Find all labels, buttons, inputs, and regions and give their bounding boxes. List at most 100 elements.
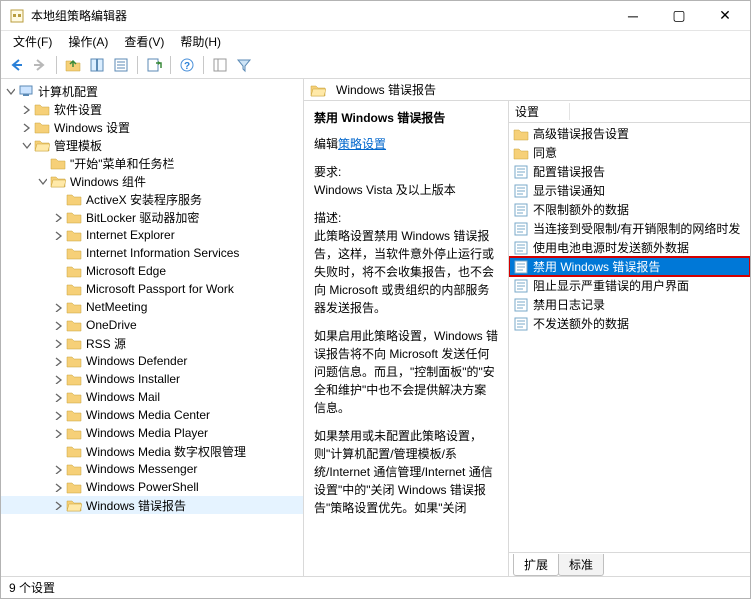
tree-admin-templates[interactable]: 管理模板 — [1, 136, 303, 154]
tree-item-rss[interactable]: RSS 源 — [1, 334, 303, 352]
tree-label: Microsoft Edge — [86, 264, 166, 278]
folder-icon — [66, 479, 82, 495]
maximize-button[interactable]: ▢ — [656, 1, 702, 30]
tree-label: Internet Explorer — [86, 228, 175, 242]
chevron-right-icon[interactable] — [51, 390, 65, 404]
list-item[interactable]: 不限制额外的数据 — [509, 200, 750, 219]
tree-item-messenger[interactable]: Windows Messenger — [1, 460, 303, 478]
back-button[interactable] — [5, 54, 27, 76]
tree-windows-settings[interactable]: Windows 设置 — [1, 118, 303, 136]
chevron-right-icon[interactable] — [51, 408, 65, 422]
setting-icon — [513, 316, 529, 332]
menu-action[interactable]: 操作(A) — [60, 31, 116, 52]
list-button[interactable] — [110, 54, 132, 76]
policy-settings-link[interactable]: 策略设置 — [338, 137, 386, 151]
chevron-right-icon[interactable] — [51, 372, 65, 386]
tree-item-media_player[interactable]: Windows Media Player — [1, 424, 303, 442]
tree-computer-config[interactable]: 计算机配置 — [1, 82, 303, 100]
chevron-right-icon[interactable] — [51, 210, 65, 224]
tree-item-media_drm[interactable]: Windows Media 数字权限管理 — [1, 442, 303, 460]
chevron-down-icon[interactable] — [35, 174, 49, 188]
chevron-right-icon[interactable] — [51, 318, 65, 332]
chevron-right-icon[interactable] — [51, 354, 65, 368]
tree-item-media_center[interactable]: Windows Media Center — [1, 406, 303, 424]
list-item[interactable]: 同意 — [509, 143, 750, 162]
list-item[interactable]: 禁用日志记录 — [509, 295, 750, 314]
tree-start-menu[interactable]: "开始"菜单和任务栏 — [1, 154, 303, 172]
list-item-label: 阻止显示严重错误的用户界面 — [533, 277, 689, 294]
chevron-right-icon[interactable] — [51, 300, 65, 314]
tree-label: Windows Media Player — [86, 426, 208, 440]
tree-item-defender[interactable]: Windows Defender — [1, 352, 303, 370]
tree-item-iis[interactable]: Internet Information Services — [1, 244, 303, 262]
tree-item-powershell[interactable]: Windows PowerShell — [1, 478, 303, 496]
menu-file[interactable]: 文件(F) — [5, 31, 60, 52]
tree-label: Windows Mail — [86, 390, 160, 404]
list-item[interactable]: 禁用 Windows 错误报告 — [509, 257, 750, 276]
folder-icon — [66, 209, 82, 225]
chevron-right-icon[interactable] — [51, 426, 65, 440]
chevron-down-icon[interactable] — [3, 84, 17, 98]
chevron-right-icon[interactable] — [19, 120, 33, 134]
tree-windows-components[interactable]: Windows 组件 — [1, 172, 303, 190]
tree-item-activex[interactable]: ActiveX 安装程序服务 — [1, 190, 303, 208]
menu-help[interactable]: 帮助(H) — [172, 31, 229, 52]
list-item[interactable]: 显示错误通知 — [509, 181, 750, 200]
computer-icon — [18, 83, 34, 99]
list-item[interactable]: 阻止显示严重错误的用户界面 — [509, 276, 750, 295]
list-item-label: 不限制额外的数据 — [533, 201, 629, 218]
spacer — [51, 444, 65, 458]
show-properties-button[interactable] — [86, 54, 108, 76]
tree-item-mail[interactable]: Windows Mail — [1, 388, 303, 406]
tab-extended[interactable]: 扩展 — [513, 554, 559, 576]
list-item[interactable]: 不发送额外的数据 — [509, 314, 750, 333]
properties2-button[interactable] — [209, 54, 231, 76]
close-button[interactable]: ✕ — [702, 1, 748, 30]
export-button[interactable] — [143, 54, 165, 76]
tree-item-netmeeting[interactable]: NetMeeting — [1, 298, 303, 316]
help-button[interactable]: ? — [176, 54, 198, 76]
tree-item-passport[interactable]: Microsoft Passport for Work — [1, 280, 303, 298]
list-item[interactable]: 高级错误报告设置 — [509, 124, 750, 143]
minimize-button[interactable]: ─ — [610, 1, 656, 30]
tree-item-edge[interactable]: Microsoft Edge — [1, 262, 303, 280]
folder-icon — [66, 353, 82, 369]
forward-button[interactable] — [29, 54, 51, 76]
chevron-right-icon[interactable] — [19, 102, 33, 116]
spacer — [51, 246, 65, 260]
folder-icon — [66, 371, 82, 387]
column-header[interactable]: 设置 — [509, 101, 750, 123]
tree-label: Microsoft Passport for Work — [86, 282, 234, 296]
list-item[interactable]: 当连接到受限制/有开销限制的网络时发 — [509, 219, 750, 238]
tabbar: 扩展 标准 — [509, 552, 750, 576]
folder-icon — [513, 145, 529, 161]
chevron-right-icon[interactable] — [51, 462, 65, 476]
up-button[interactable] — [62, 54, 84, 76]
tree-item-bitlocker[interactable]: BitLocker 驱动器加密 — [1, 208, 303, 226]
description-text-2: 如果启用此策略设置，Windows 错误报告将不向 Microsoft 发送任何… — [314, 327, 498, 417]
folder-icon — [34, 101, 50, 117]
list-item-label: 同意 — [533, 144, 557, 161]
tree-pane[interactable]: 计算机配置 软件设置 Windows 设置 — [1, 79, 304, 576]
tab-standard[interactable]: 标准 — [558, 554, 604, 576]
tree-item-onedrive[interactable]: OneDrive — [1, 316, 303, 334]
tree-label: "开始"菜单和任务栏 — [70, 155, 175, 172]
setting-icon — [513, 221, 529, 237]
tree-item-ie[interactable]: Internet Explorer — [1, 226, 303, 244]
list-item[interactable]: 配置错误报告 — [509, 162, 750, 181]
chevron-right-icon[interactable] — [51, 228, 65, 242]
tree-item-installer[interactable]: Windows Installer — [1, 370, 303, 388]
list-item[interactable]: 使用电池电源时发送额外数据 — [509, 238, 750, 257]
description-text-3: 如果禁用或未配置此策略设置，则"计算机配置/管理模板/系统/Internet 通… — [314, 427, 498, 517]
column-header-settings[interactable]: 设置 — [515, 103, 570, 120]
chevron-right-icon[interactable] — [51, 336, 65, 350]
settings-list[interactable]: 高级错误报告设置同意配置错误报告显示错误通知不限制额外的数据当连接到受限制/有开… — [509, 123, 750, 552]
chevron-right-icon[interactable] — [51, 480, 65, 494]
tree-item-error_report[interactable]: Windows 错误报告 — [1, 496, 303, 514]
menu-view[interactable]: 查看(V) — [116, 31, 172, 52]
chevron-down-icon[interactable] — [19, 138, 33, 152]
list-item-label: 显示错误通知 — [533, 182, 605, 199]
tree-software-settings[interactable]: 软件设置 — [1, 100, 303, 118]
filter-button[interactable] — [233, 54, 255, 76]
chevron-right-icon[interactable] — [51, 498, 65, 512]
